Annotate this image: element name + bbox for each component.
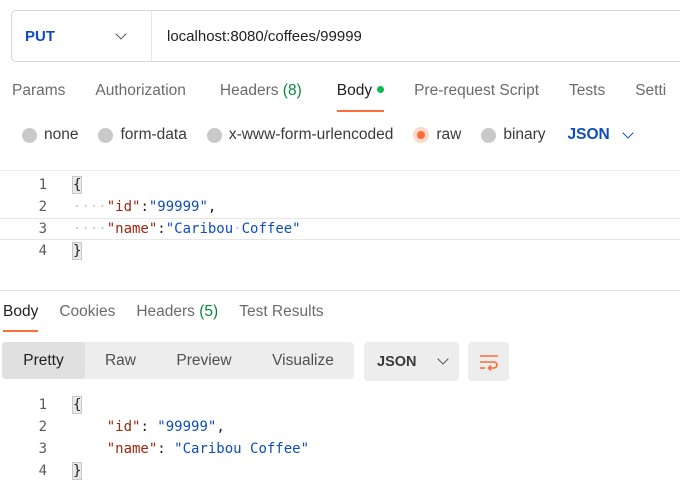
tab-params[interactable]: Params [12,80,65,112]
line-number: 4 [38,243,47,259]
tab-label: Test Results [239,303,324,320]
code-line: 4 } [0,240,680,262]
view-visualize-button[interactable]: Visualize [252,342,354,379]
radio-x-www-form-urlencoded[interactable]: x-www-form-urlencoded [206,126,394,144]
tab-label: Pre-request Script [414,82,540,99]
radio-label: x-www-form-urlencoded [228,126,394,143]
close-brace: } [71,462,83,480]
url-input[interactable]: localhost:8080/coffees/99999 [152,28,362,45]
chevron-down-icon [436,353,449,365]
json-key: "name" [106,221,158,237]
code-line: 3 "name": "Caribou Coffee" [0,438,680,460]
tab-label: Authorization [95,82,186,99]
response-body-viewer[interactable]: 1 { 2 "id": "99999", 3 "name": "Caribou … [0,394,680,490]
radio-icon [206,127,222,143]
headers-count: (5) [199,303,219,320]
json-key: "name" [106,441,158,457]
code-line: 2 ···· "id": "99999", [0,196,680,218]
line-number: 3 [38,221,47,237]
body-type-selector: none form-data x-www-form-urlencoded raw… [22,126,634,144]
response-tabs: Body Cookies Headers (5) Test Results [3,302,345,332]
line-number: 3 [38,441,47,457]
radio-label: none [44,126,79,143]
request-url-bar: PUT localhost:8080/coffees/99999 [11,10,680,62]
tab-body[interactable]: Body [336,80,385,112]
line-number: 1 [38,397,47,413]
method-dropdown[interactable]: PUT [12,11,152,61]
json-value: "99999" [148,199,208,215]
wrap-lines-icon [479,354,498,371]
radio-label: binary [503,126,546,143]
code-line: 1 { [0,174,680,196]
tab-label: Body [336,82,373,99]
tab-label: Setti [635,82,667,99]
view-preview-button[interactable]: Preview [156,342,252,379]
code-line: 1 { [0,394,680,416]
radio-form-data[interactable]: form-data [98,126,187,144]
open-brace: { [71,176,83,194]
line-number: 2 [38,199,47,215]
line-number: 2 [38,419,47,435]
response-format-label: JSON [377,353,417,370]
json-key: "id" [106,199,141,215]
radio-binary[interactable]: binary [481,126,546,144]
radio-selected-icon [413,127,430,143]
tab-test-results[interactable]: Test Results [239,302,323,332]
tab-label: Cookies [59,303,116,320]
body-format-dropdown[interactable]: JSON [567,126,634,144]
close-brace: } [71,242,83,260]
tab-cookies[interactable]: Cookies [59,302,115,332]
code-line: 2 "id": "99999", [0,416,680,438]
json-value: Coffee" [241,221,301,237]
response-view-toggle: Pretty Raw Preview Visualize [2,342,354,379]
request-body-editor[interactable]: 1 { 2 ···· "id": "99999", 3 ···· "name": "Ca… [0,170,680,282]
response-format-dropdown[interactable]: JSON [364,342,459,381]
tab-label: Params [12,82,66,99]
tab-pre-request-script[interactable]: Pre-request Script [414,80,539,112]
radio-label: raw [436,126,462,143]
tab-label: Headers [219,82,279,99]
tab-headers[interactable]: Headers (8) [220,80,302,112]
json-value: "Caribou [165,221,234,237]
view-raw-button[interactable]: Raw [85,342,156,379]
code-line: 4 } [0,460,680,482]
tab-label: Headers [136,303,195,320]
body-format-label: JSON [567,126,610,143]
chevron-down-icon [115,27,127,40]
method-label: PUT [25,27,55,45]
radio-label: form-data [120,126,187,143]
tab-label: Body [3,303,39,320]
request-tabs: Params Authorization Headers (8) Body Pr… [12,80,680,112]
headers-count: (8) [282,82,302,99]
tab-label: Tests [569,82,606,99]
pane-divider[interactable] [0,290,680,291]
json-value: "Caribou Coffee" [174,441,310,457]
open-brace: { [71,396,83,414]
chevron-down-icon [622,126,634,139]
wrap-lines-button[interactable] [468,342,509,381]
radio-raw[interactable]: raw [413,126,461,144]
json-key: "id" [106,419,141,435]
tab-response-body[interactable]: Body [3,302,39,332]
json-value: "99999" [157,419,217,435]
body-indicator-dot [377,86,385,93]
radio-icon [22,127,37,143]
radio-icon [98,127,114,143]
radio-none[interactable]: none [22,126,78,144]
tab-response-headers[interactable]: Headers (5) [136,302,218,332]
tab-tests[interactable]: Tests [569,80,605,112]
code-line: 3 ···· "name": "Caribou · Coffee" [0,218,680,240]
radio-icon [481,127,497,143]
line-number: 4 [38,463,47,479]
tab-settings[interactable]: Setti [635,80,666,112]
view-pretty-button[interactable]: Pretty [2,342,85,379]
line-number: 1 [38,177,47,193]
tab-authorization[interactable]: Authorization [95,80,185,112]
